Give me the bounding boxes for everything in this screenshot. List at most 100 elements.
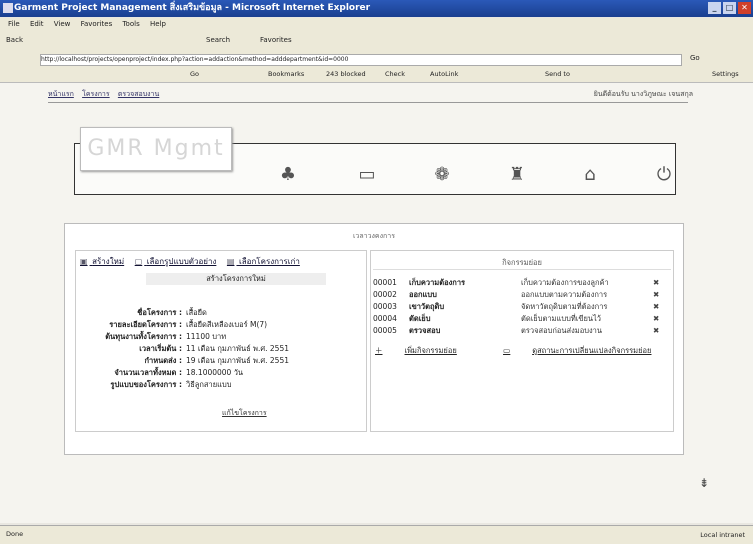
search-button[interactable]: Search (206, 36, 230, 44)
bookmarks-button[interactable]: Bookmarks (268, 70, 304, 78)
document-icon[interactable]: ▭ (355, 163, 379, 187)
activity-header: กิจกรรมย่อย (502, 258, 542, 267)
add-activity-label: เพิ่มกิจกรรมย่อย (404, 346, 457, 355)
tab-template[interactable]: ▢ เลือกรูปแบบตัวอย่าง (135, 255, 217, 268)
zone-text: Local intranet (700, 531, 745, 539)
links-bar: Go Bookmarks 243 blocked Check AutoLink … (0, 66, 753, 83)
delete-icon[interactable]: ✖ (653, 301, 659, 313)
activity-name[interactable]: ตัดเย็บ (409, 313, 430, 325)
folder-icon: ▤ (226, 257, 235, 266)
activity-desc: ตรวจสอบก่อนส่งมอบงาน (521, 326, 602, 335)
activity-code: 00004 (373, 314, 397, 323)
close-button[interactable]: ✕ (738, 2, 751, 14)
ie-icon (3, 3, 13, 13)
activity-name[interactable]: ออกแบบ (409, 289, 437, 301)
view-changes-link[interactable]: ▭ ดูสถานะการเปลี่ยนแปลงกิจกรรมย่อย (503, 346, 673, 355)
form-label: เวลาเริ่มต้น : (139, 344, 182, 353)
minimize-button[interactable]: _ (708, 2, 721, 14)
divider (48, 102, 688, 103)
delete-icon[interactable]: ✖ (653, 277, 659, 289)
activity-row: 00003 เขาวัตถุดิบ จัดหาวัตถุดิบตามที่ต้อ… (371, 301, 673, 313)
check-button[interactable]: Check (385, 70, 405, 78)
house-icon[interactable]: ♣ (276, 163, 300, 187)
activity-desc: ออกแบบตามความต้องการ (521, 290, 608, 299)
menu-file[interactable]: File (8, 20, 20, 28)
delete-icon[interactable]: ✖ (653, 325, 659, 337)
popup-blocked[interactable]: 243 blocked (326, 70, 366, 78)
autolink-button[interactable]: AutoLink (430, 70, 458, 78)
activity-list: 00001 เก็บความต้องการ เก็บความต้องการของ… (371, 277, 673, 337)
activity-code: 00002 (373, 290, 397, 299)
breadcrumb-review[interactable]: ตรวจสอบงาน (118, 90, 159, 98)
activity-desc: เก็บความต้องการของลูกค้า (521, 278, 609, 287)
user-icon[interactable]: ⌂ (578, 163, 602, 187)
activity-code: 00003 (373, 302, 397, 311)
go-button[interactable]: Go (690, 54, 700, 62)
breadcrumb-home[interactable]: หน้าแรก (48, 90, 74, 98)
form-subheader: สร้างโครงการใหม่ (146, 273, 326, 285)
address-bar: http://localhost/projects/openproject/in… (0, 52, 753, 66)
tab-old-project-label: เลือกโครงการเก่า (239, 257, 300, 266)
form-row: ต้นทุนงานทั้งโครงการ : 11100 บาท (82, 331, 362, 343)
delete-icon[interactable]: ✖ (653, 313, 659, 325)
activity-actions: ＋ เพิ่มกิจกรรมย่อย ▭ ดูสถานะการเปลี่ยนแปลง… (375, 345, 695, 357)
form-label: ชื่อโครงการ : (137, 308, 182, 317)
toolbar: Back Search Favorites (0, 30, 753, 53)
form-label: กำหนดส่ง : (144, 356, 182, 365)
activity-name[interactable]: ตรวจสอบ (409, 325, 440, 337)
activity-code: 00005 (373, 326, 397, 335)
sendto-button[interactable]: Send to (545, 70, 570, 78)
form-row: ชื่อโครงการ : เสื้อยืด (82, 307, 362, 319)
form-row: จำนวนเวลาทั้งหมด : 18.1000000 วัน (82, 367, 362, 379)
status-text: Done (6, 530, 24, 538)
breadcrumb: หน้าแรก โครงการ ตรวจสอบงาน (48, 89, 165, 100)
activity-code: 00001 (373, 278, 397, 287)
form-value: วิธีลูกสายแบบ (186, 380, 232, 389)
tab-create-new-label: สร้างใหม่ (92, 257, 125, 266)
menu-tools[interactable]: Tools (122, 20, 139, 28)
form-value: 11100 บาท (186, 332, 227, 341)
window-title: Garment Project Management สิ่งเสริมข้อม… (14, 3, 371, 13)
tab-create-new[interactable]: ▣ สร้างใหม่ (80, 255, 124, 268)
form-value: เสื้อยืด (186, 308, 207, 317)
links-go[interactable]: Go (190, 70, 199, 78)
form-value: 19 เดือน กุมภาพันธ์ พ.ศ. 2551 (186, 356, 289, 365)
menu-bar: File Edit View Favorites Tools Help (0, 18, 753, 30)
menu-view[interactable]: View (54, 20, 71, 28)
activity-name[interactable]: เก็บความต้องการ (409, 277, 465, 289)
menu-edit[interactable]: Edit (30, 20, 44, 28)
back-button[interactable]: Back (6, 36, 23, 44)
delete-icon[interactable]: ✖ (653, 289, 659, 301)
add-activity-button[interactable]: ＋ เพิ่มกิจกรรมย่อย (375, 346, 479, 355)
palette-icon[interactable]: ❁ (430, 163, 454, 187)
menu-help[interactable]: Help (150, 20, 166, 28)
activity-row: 00002 ออกแบบ ออกแบบตามความต้องการ ✖ (371, 289, 673, 301)
settings-button[interactable]: Settings (712, 70, 739, 78)
scroll-down-icon[interactable]: ⇟ (697, 476, 711, 490)
favorites-button[interactable]: Favorites (260, 36, 292, 44)
tab-template-label: เลือกรูปแบบตัวอย่าง (146, 257, 217, 266)
form-value: เสื้อยืดสีเหลืองเบอร์ M(7) (186, 320, 268, 329)
activity-section: กิจกรรมย่อย 00001 เก็บความต้องการ เก็บคว… (370, 250, 674, 432)
divider (373, 269, 671, 270)
menu-favorites[interactable]: Favorites (81, 20, 113, 28)
new-icon: ▣ (80, 257, 88, 266)
power-icon[interactable]: ⏻ (652, 163, 676, 187)
activity-row: 00001 เก็บความต้องการ เก็บความต้องการของ… (371, 277, 673, 289)
maximize-button[interactable]: □ (723, 2, 736, 14)
breadcrumb-projects[interactable]: โครงการ (82, 90, 110, 98)
activity-name[interactable]: เขาวัตถุดิบ (409, 301, 444, 313)
tab-old-project[interactable]: ▤ เลือกโครงการเก่า (227, 255, 300, 268)
edit-project-link[interactable]: แก้ไขโครงการ (222, 408, 267, 419)
form-label: รูปแบบของโครงการ : (110, 380, 182, 389)
project-form-section: ▣ สร้างใหม่ ▢ เลือกรูปแบบตัวอย่าง ▤ เลือ… (75, 250, 367, 432)
activity-row: 00004 ตัดเย็บ ตัดเย็บตามแบบที่เขียนไว้ ✖ (371, 313, 673, 325)
welcome-text: ยินดีต้อนรับ นางวิภูษณะ เจนสกุล (593, 90, 693, 98)
template-icon: ▢ (134, 257, 143, 266)
form-row: เวลาเริ่มต้น : 11 เดือน กุมภาพันธ์ พ.ศ. 2… (82, 343, 362, 355)
settings-icon[interactable]: ♜ (505, 163, 529, 187)
form-row: กำหนดส่ง : 19 เดือน กุมภาพันธ์ พ.ศ. 2551 (82, 355, 362, 367)
window-controls: _ □ ✕ (708, 2, 751, 14)
form-value: 18.1000000 วัน (186, 368, 244, 377)
address-input[interactable]: http://localhost/projects/openproject/in… (40, 54, 682, 66)
